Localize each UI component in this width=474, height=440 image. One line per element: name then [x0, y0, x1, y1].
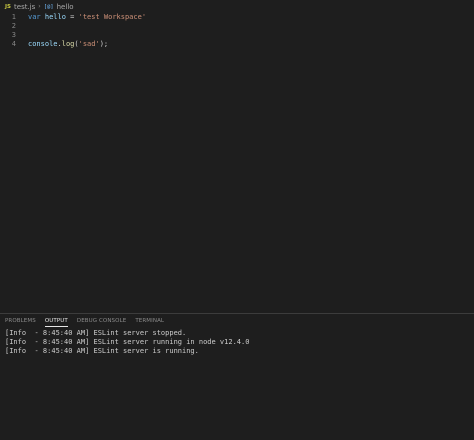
- punctuation-token: );: [99, 40, 109, 48]
- code-line[interactable]: 2: [0, 22, 474, 31]
- object-token: console: [28, 40, 58, 48]
- variable-symbol-icon: [@]: [43, 3, 54, 10]
- panel-tab-bar: PROBLEMS OUTPUT DEBUG CONSOLE TERMINAL: [0, 314, 173, 328]
- string-token: 'sad': [78, 40, 100, 48]
- line-number: 4: [11, 40, 16, 48]
- line-code: var hello = 'test Workspace': [28, 13, 146, 22]
- keyword-token: var: [28, 13, 41, 21]
- line-number: 3: [11, 31, 16, 39]
- breadcrumb: JS test.js › [@] hello: [0, 0, 474, 13]
- string-token: 'test Workspace': [78, 13, 147, 21]
- operator-token: =: [70, 13, 75, 21]
- output-line: [Info - 8:45:40 AM] ESLint server stoppe…: [5, 329, 187, 337]
- code-line[interactable]: 4 console.log('sad');: [0, 40, 474, 49]
- tab-problems[interactable]: PROBLEMS: [5, 314, 36, 328]
- tab-debug-console[interactable]: DEBUG CONSOLE: [77, 314, 126, 328]
- tab-terminal[interactable]: TERMINAL: [135, 314, 164, 328]
- code-line[interactable]: 3: [0, 31, 474, 40]
- code-line[interactable]: 1 var hello = 'test Workspace': [0, 13, 474, 22]
- javascript-file-icon: JS: [5, 3, 12, 10]
- breadcrumb-symbol-name[interactable]: hello: [57, 3, 74, 11]
- breadcrumb-file-name[interactable]: test.js: [14, 3, 35, 11]
- line-number: 1: [11, 13, 16, 21]
- output-line: [Info - 8:45:40 AM] ESLint server is run…: [5, 347, 199, 355]
- variable-token: hello: [44, 13, 66, 21]
- tab-output[interactable]: OUTPUT: [44, 314, 68, 328]
- output-panel: PROBLEMS OUTPUT DEBUG CONSOLE TERMINAL […: [0, 313, 474, 440]
- code-editor[interactable]: 1 var hello = 'test Workspace' 2 3 4 con…: [0, 13, 474, 313]
- line-number: 2: [11, 22, 16, 30]
- chevron-right-icon: ›: [38, 3, 41, 10]
- line-code: console.log('sad');: [28, 40, 108, 49]
- function-token: log: [61, 40, 75, 48]
- output-line: [Info - 8:45:40 AM] ESLint server runnin…: [5, 338, 250, 346]
- output-log[interactable]: [Info - 8:45:40 AM] ESLint server stoppe…: [5, 329, 249, 356]
